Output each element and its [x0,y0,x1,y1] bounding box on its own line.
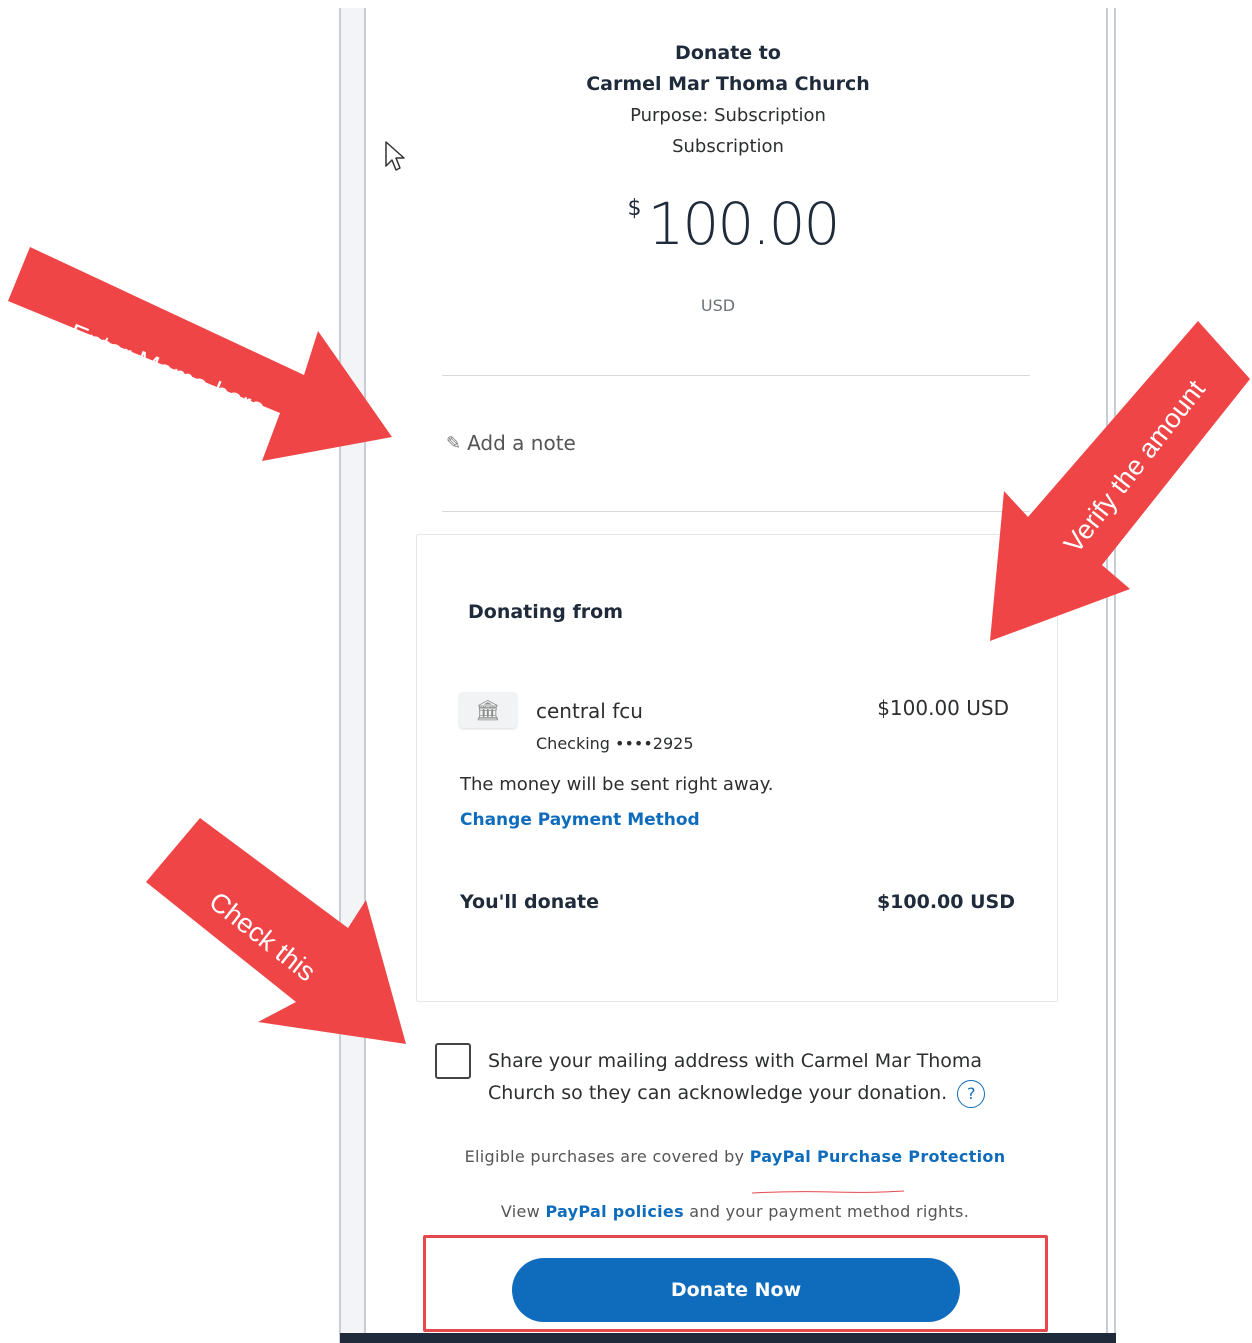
spellcheck-underline [752,1190,904,1194]
purchase-protection-link[interactable]: PayPal Purchase Protection [750,1147,1006,1166]
help-icon[interactable]: ? [957,1079,986,1108]
change-payment-method-link[interactable]: Change Payment Method [460,810,700,830]
currency-code: USD [700,296,736,315]
bank-amount: $100.00 USD [877,696,1009,720]
paypal-policies-link[interactable]: PayPal policies [545,1202,683,1221]
bottom-bar [340,1333,1116,1343]
total-label: You'll donate [460,891,600,913]
protection-prefix: Eligible purchases are covered by [464,1147,745,1166]
memo-arrow-icon [8,247,392,461]
total-amount: $100.00 USD [876,891,1015,913]
bank-icon: 🏛 [459,692,517,728]
share-address-text: Share your mailing address with Carmel M… [488,1050,983,1104]
donating-from-heading: Donating from [468,601,623,623]
donate-to-label: Donate to [675,42,781,64]
transfer-message: The money will be sent right away. [460,774,774,795]
donation-amount: $100.00 [340,190,1126,258]
bank-name: central fcu [536,699,643,723]
amount-value: 100.00 [647,190,841,258]
policies-text: View PayPal policies and your payment me… [340,1202,1130,1221]
divider [442,375,1030,376]
currency-symbol: $ [627,196,642,221]
share-address-checkbox[interactable] [435,1043,471,1079]
recipient-name: Carmel Mar Thoma Church [586,73,870,95]
pencil-icon: ✎ [446,432,462,454]
purpose-text: Purpose: Subscription [630,105,826,126]
policies-prefix: View [500,1202,541,1221]
donate-now-button[interactable]: Donate Now [512,1258,960,1322]
add-note-field[interactable]: ✎ Add a note [446,431,576,455]
share-address-label: Share your mailing address with Carmel M… [488,1045,1008,1109]
payment-card: Donating from 🏛 central fcu Checking •••… [416,534,1058,1002]
policies-suffix: and your payment method rights. [689,1202,970,1221]
bank-account: Checking ••••2925 [536,734,694,753]
divider [442,511,1030,512]
add-note-label: Add a note [467,431,576,455]
purpose-text-continued: Subscription [672,136,784,157]
cursor-icon [385,141,405,171]
purchase-protection-text: Eligible purchases are covered by PayPal… [340,1147,1130,1166]
